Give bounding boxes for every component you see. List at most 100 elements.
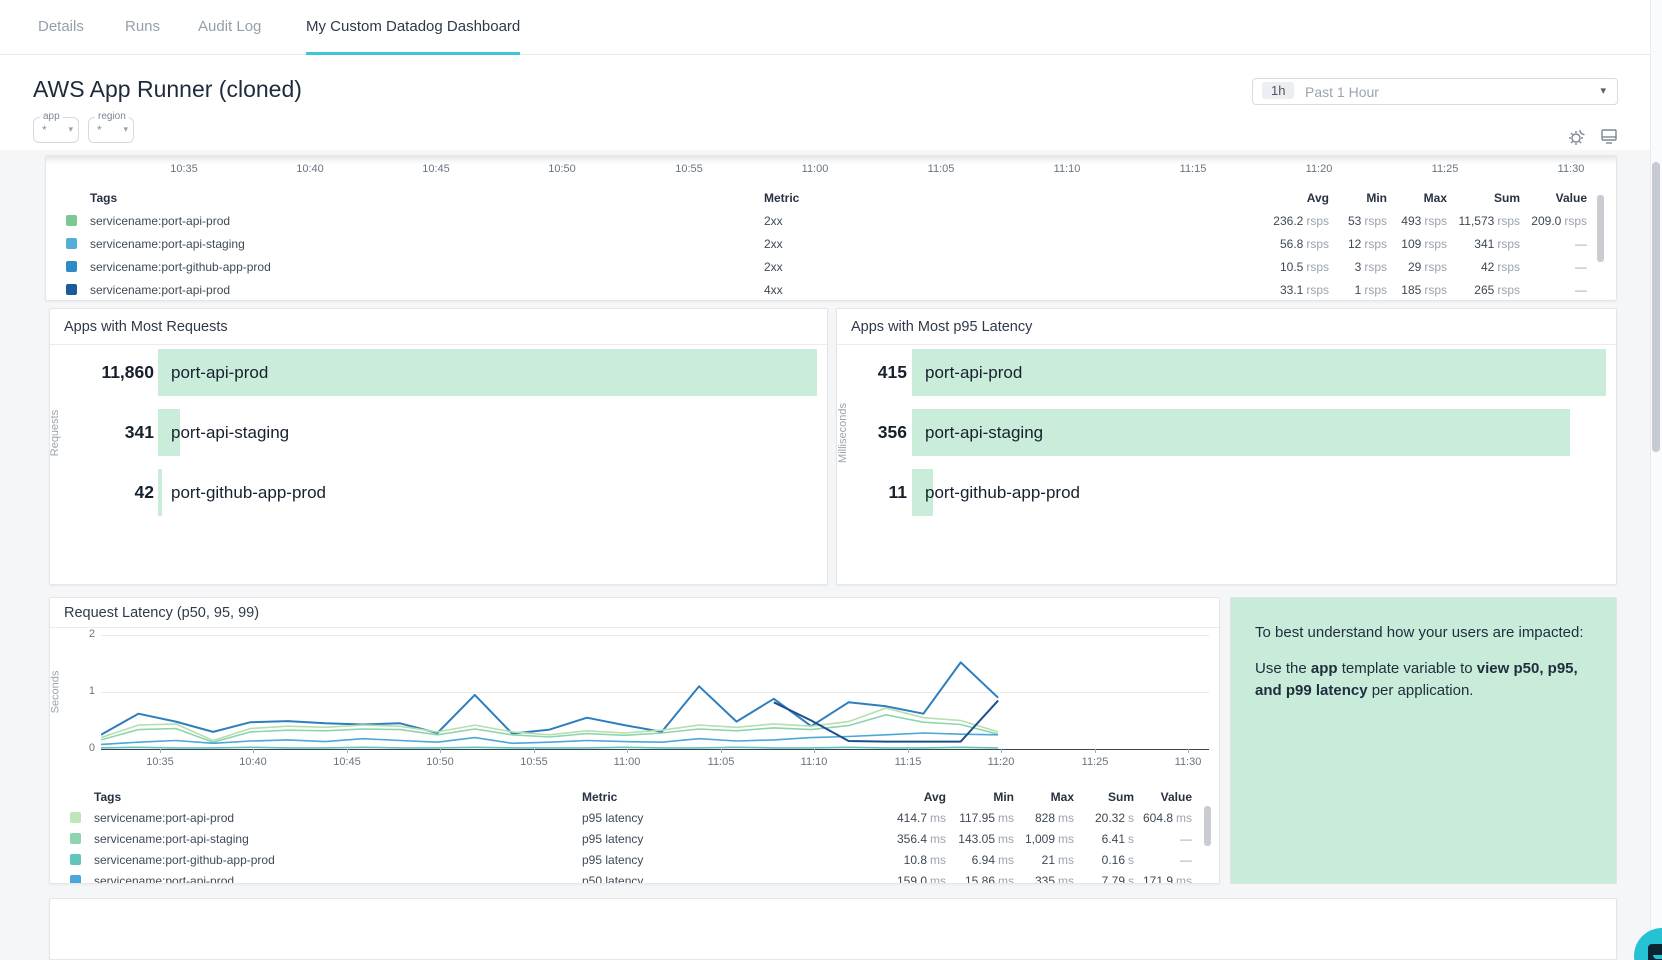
sum-value: 341rsps — [1474, 237, 1520, 251]
tab-details[interactable]: Details — [38, 0, 84, 55]
sum-value: 11,573rsps — [1459, 214, 1520, 228]
sum-value: 20.32s — [1095, 811, 1134, 825]
legend-row[interactable]: servicename:port-api-prod 4xx 33.1rsps 1… — [46, 282, 1616, 298]
series-metric: 2xx — [764, 237, 783, 251]
template-var-region-name: region — [95, 111, 129, 122]
min-value: 53rsps — [1348, 214, 1387, 228]
legend-row[interactable]: servicename:port-github-app-prod 2xx 10.… — [46, 259, 1616, 275]
y-tick: 2 — [65, 628, 95, 640]
series-tag: servicename:port-api-staging — [94, 832, 249, 846]
latency-plot — [101, 631, 1211, 753]
legend-header-tags: Tags — [90, 191, 117, 205]
legend-scrollbar[interactable] — [1204, 806, 1211, 846]
x-tick: 11:20 — [988, 756, 1015, 768]
series-color-swatch — [66, 215, 77, 226]
series-metric: p50 latency — [582, 874, 643, 884]
theme-toggle-icon[interactable] — [1566, 126, 1588, 153]
x-tick: 11:25 — [1432, 163, 1459, 175]
max-value: 21ms — [1042, 853, 1074, 867]
max-value: 1,009ms — [1025, 832, 1074, 846]
legend-row[interactable]: servicename:port-api-prod p50 latency 15… — [50, 873, 1219, 884]
toplist-label: port-api-staging — [171, 409, 289, 456]
toplist-row[interactable]: 341 port-api-staging — [50, 409, 815, 456]
series-color-swatch — [70, 833, 81, 844]
widget-header: Apps with Most Requests — [50, 309, 827, 345]
x-tick: 11:05 — [708, 756, 735, 768]
series-color-swatch — [70, 875, 81, 884]
series-metric: p95 latency — [582, 853, 643, 867]
sum-value: 7.79s — [1102, 874, 1134, 884]
series-tag: servicename:port-github-app-prod — [94, 853, 275, 867]
toplist-bar — [158, 469, 162, 516]
template-var-app[interactable]: app * ▾ — [33, 117, 79, 143]
x-tick: 11:15 — [895, 756, 922, 768]
widget-apps-with-most-requests: Apps with Most Requests Requests 11,860 … — [49, 308, 828, 585]
value-value: — — [1177, 853, 1192, 867]
avg-value: 414.7ms — [897, 811, 946, 825]
toplist-row[interactable]: 11,860 port-api-prod — [50, 349, 815, 396]
tab-my-custom-datadog-dashboard[interactable]: My Custom Datadog Dashboard — [306, 0, 520, 55]
x-tick: 11:30 — [1175, 756, 1202, 768]
template-var-app-value: * — [42, 123, 47, 137]
series-metric: 4xx — [764, 283, 783, 297]
toplist-row[interactable]: 11 port-github-app-prod — [837, 469, 1604, 516]
chevron-down-icon: ▾ — [68, 124, 73, 135]
toplist-value: 341 — [59, 409, 154, 456]
y-axis-label: Seconds — [49, 671, 61, 714]
legend-scrollbar[interactable] — [1597, 195, 1604, 262]
toplist-row[interactable]: 42 port-github-app-prod — [50, 469, 815, 516]
sum-value: 265rsps — [1474, 283, 1520, 297]
x-tick: 11:10 — [1054, 163, 1081, 175]
toplist-label: port-api-prod — [925, 349, 1022, 396]
value-value: — — [1572, 283, 1587, 297]
avg-value: 56.8rsps — [1280, 237, 1329, 251]
legend-row[interactable]: servicename:port-api-staging p95 latency… — [50, 831, 1219, 847]
time-range-label: Past 1 Hour — [1305, 84, 1379, 100]
avg-value: 10.8ms — [904, 853, 946, 867]
toplist-row[interactable]: 356 port-api-staging — [837, 409, 1604, 456]
widget-apps-with-most-p95-latency: Apps with Most p95 Latency Milliseconds … — [836, 308, 1617, 585]
datadog-dashboard-page: Details Runs Audit Log My Custom Datadog… — [0, 0, 1662, 960]
legend-header-sum: Sum — [1494, 191, 1520, 205]
series-metric: 2xx — [764, 214, 783, 228]
widget-note: To best understand how your users are im… — [1230, 597, 1617, 884]
toplist-value: 11 — [812, 469, 907, 516]
time-range-picker[interactable]: 1h Past 1 Hour ▾ — [1252, 78, 1618, 105]
legend-row[interactable]: servicename:port-api-staging 2xx 56.8rsp… — [46, 236, 1616, 252]
page-scrollbar-thumb[interactable] — [1652, 162, 1660, 452]
widget-request-latency: Request Latency (p50, 95, 99) 2 1 0 Seco… — [49, 597, 1220, 884]
legend-header-tags: Tags — [94, 790, 121, 804]
x-tick: 11:20 — [1306, 163, 1333, 175]
x-tick: 10:50 — [548, 163, 576, 175]
template-var-region[interactable]: region * ▾ — [88, 117, 134, 143]
legend-row[interactable]: servicename:port-api-prod p95 latency 41… — [50, 810, 1219, 826]
note-line-1: To best understand how your users are im… — [1255, 624, 1594, 641]
tab-runs[interactable]: Runs — [125, 0, 160, 55]
tv-mode-icon[interactable] — [1600, 128, 1618, 150]
tab-bar: Details Runs Audit Log My Custom Datadog… — [0, 0, 1662, 55]
scroll-shadow — [46, 155, 1616, 164]
widget-title: Apps with Most Requests — [64, 319, 228, 335]
chevron-down-icon: ▾ — [1600, 84, 1606, 97]
x-tick: 10:50 — [426, 756, 454, 768]
widget-partial-bottom — [49, 898, 1617, 960]
max-value: 109rsps — [1401, 237, 1447, 251]
value-value: — — [1572, 237, 1587, 251]
avg-value: 33.1rsps — [1280, 283, 1329, 297]
widget-header: Request Latency (p50, 95, 99) — [50, 598, 1219, 628]
tab-audit-log[interactable]: Audit Log — [198, 0, 261, 55]
time-range-badge: 1h — [1262, 82, 1294, 99]
template-var-app-name: app — [40, 111, 63, 122]
sum-value: 0.16s — [1102, 853, 1134, 867]
legend-row[interactable]: servicename:port-github-app-prod p95 lat… — [50, 852, 1219, 868]
max-value: 335ms — [1035, 874, 1074, 884]
x-tick: 10:45 — [422, 163, 450, 175]
x-tick: 10:55 — [675, 163, 703, 175]
legend-header-max: Max — [1051, 790, 1074, 804]
series-tag: servicename:port-api-prod — [90, 214, 230, 228]
legend-row[interactable]: servicename:port-api-prod 2xx 236.2rsps … — [46, 213, 1616, 229]
series-metric: p95 latency — [582, 811, 643, 825]
toplist-row[interactable]: 415 port-api-prod — [837, 349, 1604, 396]
toplist-label: port-github-app-prod — [925, 469, 1080, 516]
toplist-value: 11,860 — [59, 349, 154, 396]
